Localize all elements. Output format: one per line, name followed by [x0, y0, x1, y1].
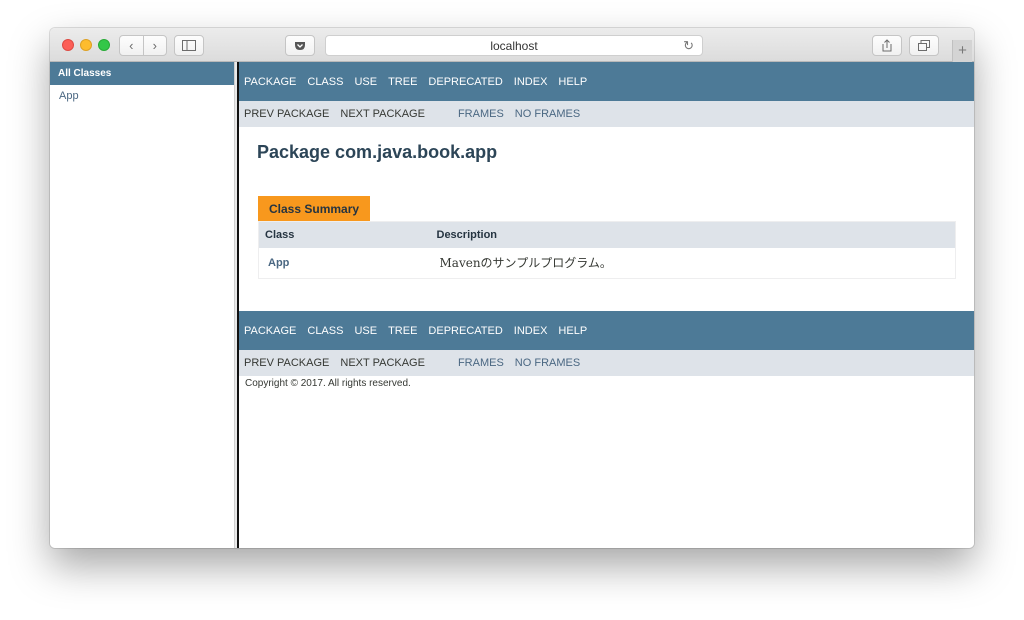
address-bar[interactable]: localhost ↻ — [325, 35, 703, 56]
nav-class: CLASS — [307, 75, 344, 88]
frames-link[interactable]: FRAMES — [458, 108, 504, 120]
forward-icon[interactable]: › — [142, 36, 167, 55]
class-summary-caption: Class Summary — [258, 196, 371, 221]
zoom-window-button[interactable] — [98, 39, 110, 51]
bottom-nav-class: CLASS — [307, 324, 344, 337]
new-tab-button[interactable]: + — [952, 40, 972, 62]
bottom-nav-bar: PACKAGE CLASS USE TREE DEPRECATED INDEX … — [239, 311, 974, 350]
prev-package: PREV PACKAGE — [244, 108, 330, 120]
bottom-nav-use[interactable]: USE — [354, 325, 377, 337]
nav-index[interactable]: INDEX — [514, 76, 548, 88]
bottom-nav-help[interactable]: HELP — [558, 325, 587, 337]
column-header-description: Description — [430, 221, 956, 248]
class-link-app[interactable]: App — [50, 85, 234, 107]
nav-package: PACKAGE — [244, 75, 297, 88]
all-classes-header: All Classes — [50, 62, 234, 85]
nav-use[interactable]: USE — [354, 76, 377, 88]
nav-help[interactable]: HELP — [558, 76, 587, 88]
bottom-nav: PACKAGE CLASS USE TREE DEPRECATED INDEX … — [239, 311, 974, 391]
bottom-frames-link[interactable]: FRAMES — [458, 357, 504, 369]
no-frames-link[interactable]: NO FRAMES — [515, 108, 580, 120]
back-icon[interactable]: ‹ — [120, 36, 143, 55]
class-summary: Class Summary Class Description App Mave… — [258, 196, 956, 279]
top-nav-bar: PACKAGE CLASS USE TREE DEPRECATED INDEX … — [239, 62, 974, 101]
share-icon — [882, 39, 892, 52]
sidebar-toggle-button[interactable] — [174, 35, 204, 56]
nav-tree[interactable]: TREE — [388, 76, 417, 88]
package-frame: PACKAGE CLASS USE TREE DEPRECATED INDEX … — [239, 62, 974, 548]
browser-toolbar: ‹ › localhost ↻ + — [50, 28, 974, 62]
column-header-class: Class — [258, 221, 431, 248]
minimize-window-button[interactable] — [80, 39, 92, 51]
back-forward-group: ‹ › — [119, 35, 167, 56]
share-button[interactable] — [872, 35, 902, 56]
bottom-nav-index[interactable]: INDEX — [514, 325, 548, 337]
next-package: NEXT PACKAGE — [340, 108, 425, 120]
tabs-icon — [918, 40, 930, 51]
bottom-no-frames-link[interactable]: NO FRAMES — [515, 357, 580, 369]
bottom-prev-package: PREV PACKAGE — [244, 357, 330, 369]
close-window-button[interactable] — [62, 39, 74, 51]
table-header-row: Class Description — [258, 221, 956, 248]
bottom-sub-nav-bar: PREV PACKAGE NEXT PACKAGE FRAMES NO FRAM… — [239, 350, 974, 376]
bottom-nav-tree[interactable]: TREE — [388, 325, 417, 337]
copyright-text: Copyright © 2017. All rights reserved. — [245, 378, 411, 389]
all-classes-frame: All Classes App — [50, 62, 234, 548]
page-title: Package com.java.book.app — [257, 142, 498, 162]
description-cell: Mavenのサンプルプログラム。 — [439, 256, 612, 271]
pocket-button[interactable] — [285, 35, 315, 56]
nav-deprecated[interactable]: DEPRECATED — [428, 76, 502, 88]
show-tabs-button[interactable] — [909, 35, 939, 56]
browser-window: ‹ › localhost ↻ + All Classes App PACKAG… — [50, 28, 974, 548]
sidebar-icon — [182, 40, 196, 51]
pocket-icon — [295, 41, 305, 50]
sub-nav-bar: PREV PACKAGE NEXT PACKAGE FRAMES NO FRAM… — [239, 101, 974, 127]
class-summary-table: Class Description App Mavenのサンプルプログラム。 — [258, 221, 956, 279]
table-row: App Mavenのサンプルプログラム。 — [259, 248, 956, 279]
bottom-next-package: NEXT PACKAGE — [340, 357, 425, 369]
address-text: localhost — [490, 38, 538, 53]
bottom-nav-deprecated[interactable]: DEPRECATED — [428, 325, 502, 337]
class-cell-app[interactable]: App — [259, 248, 431, 279]
bottom-nav-package: PACKAGE — [244, 324, 297, 337]
reload-icon[interactable]: ↻ — [683, 38, 694, 54]
